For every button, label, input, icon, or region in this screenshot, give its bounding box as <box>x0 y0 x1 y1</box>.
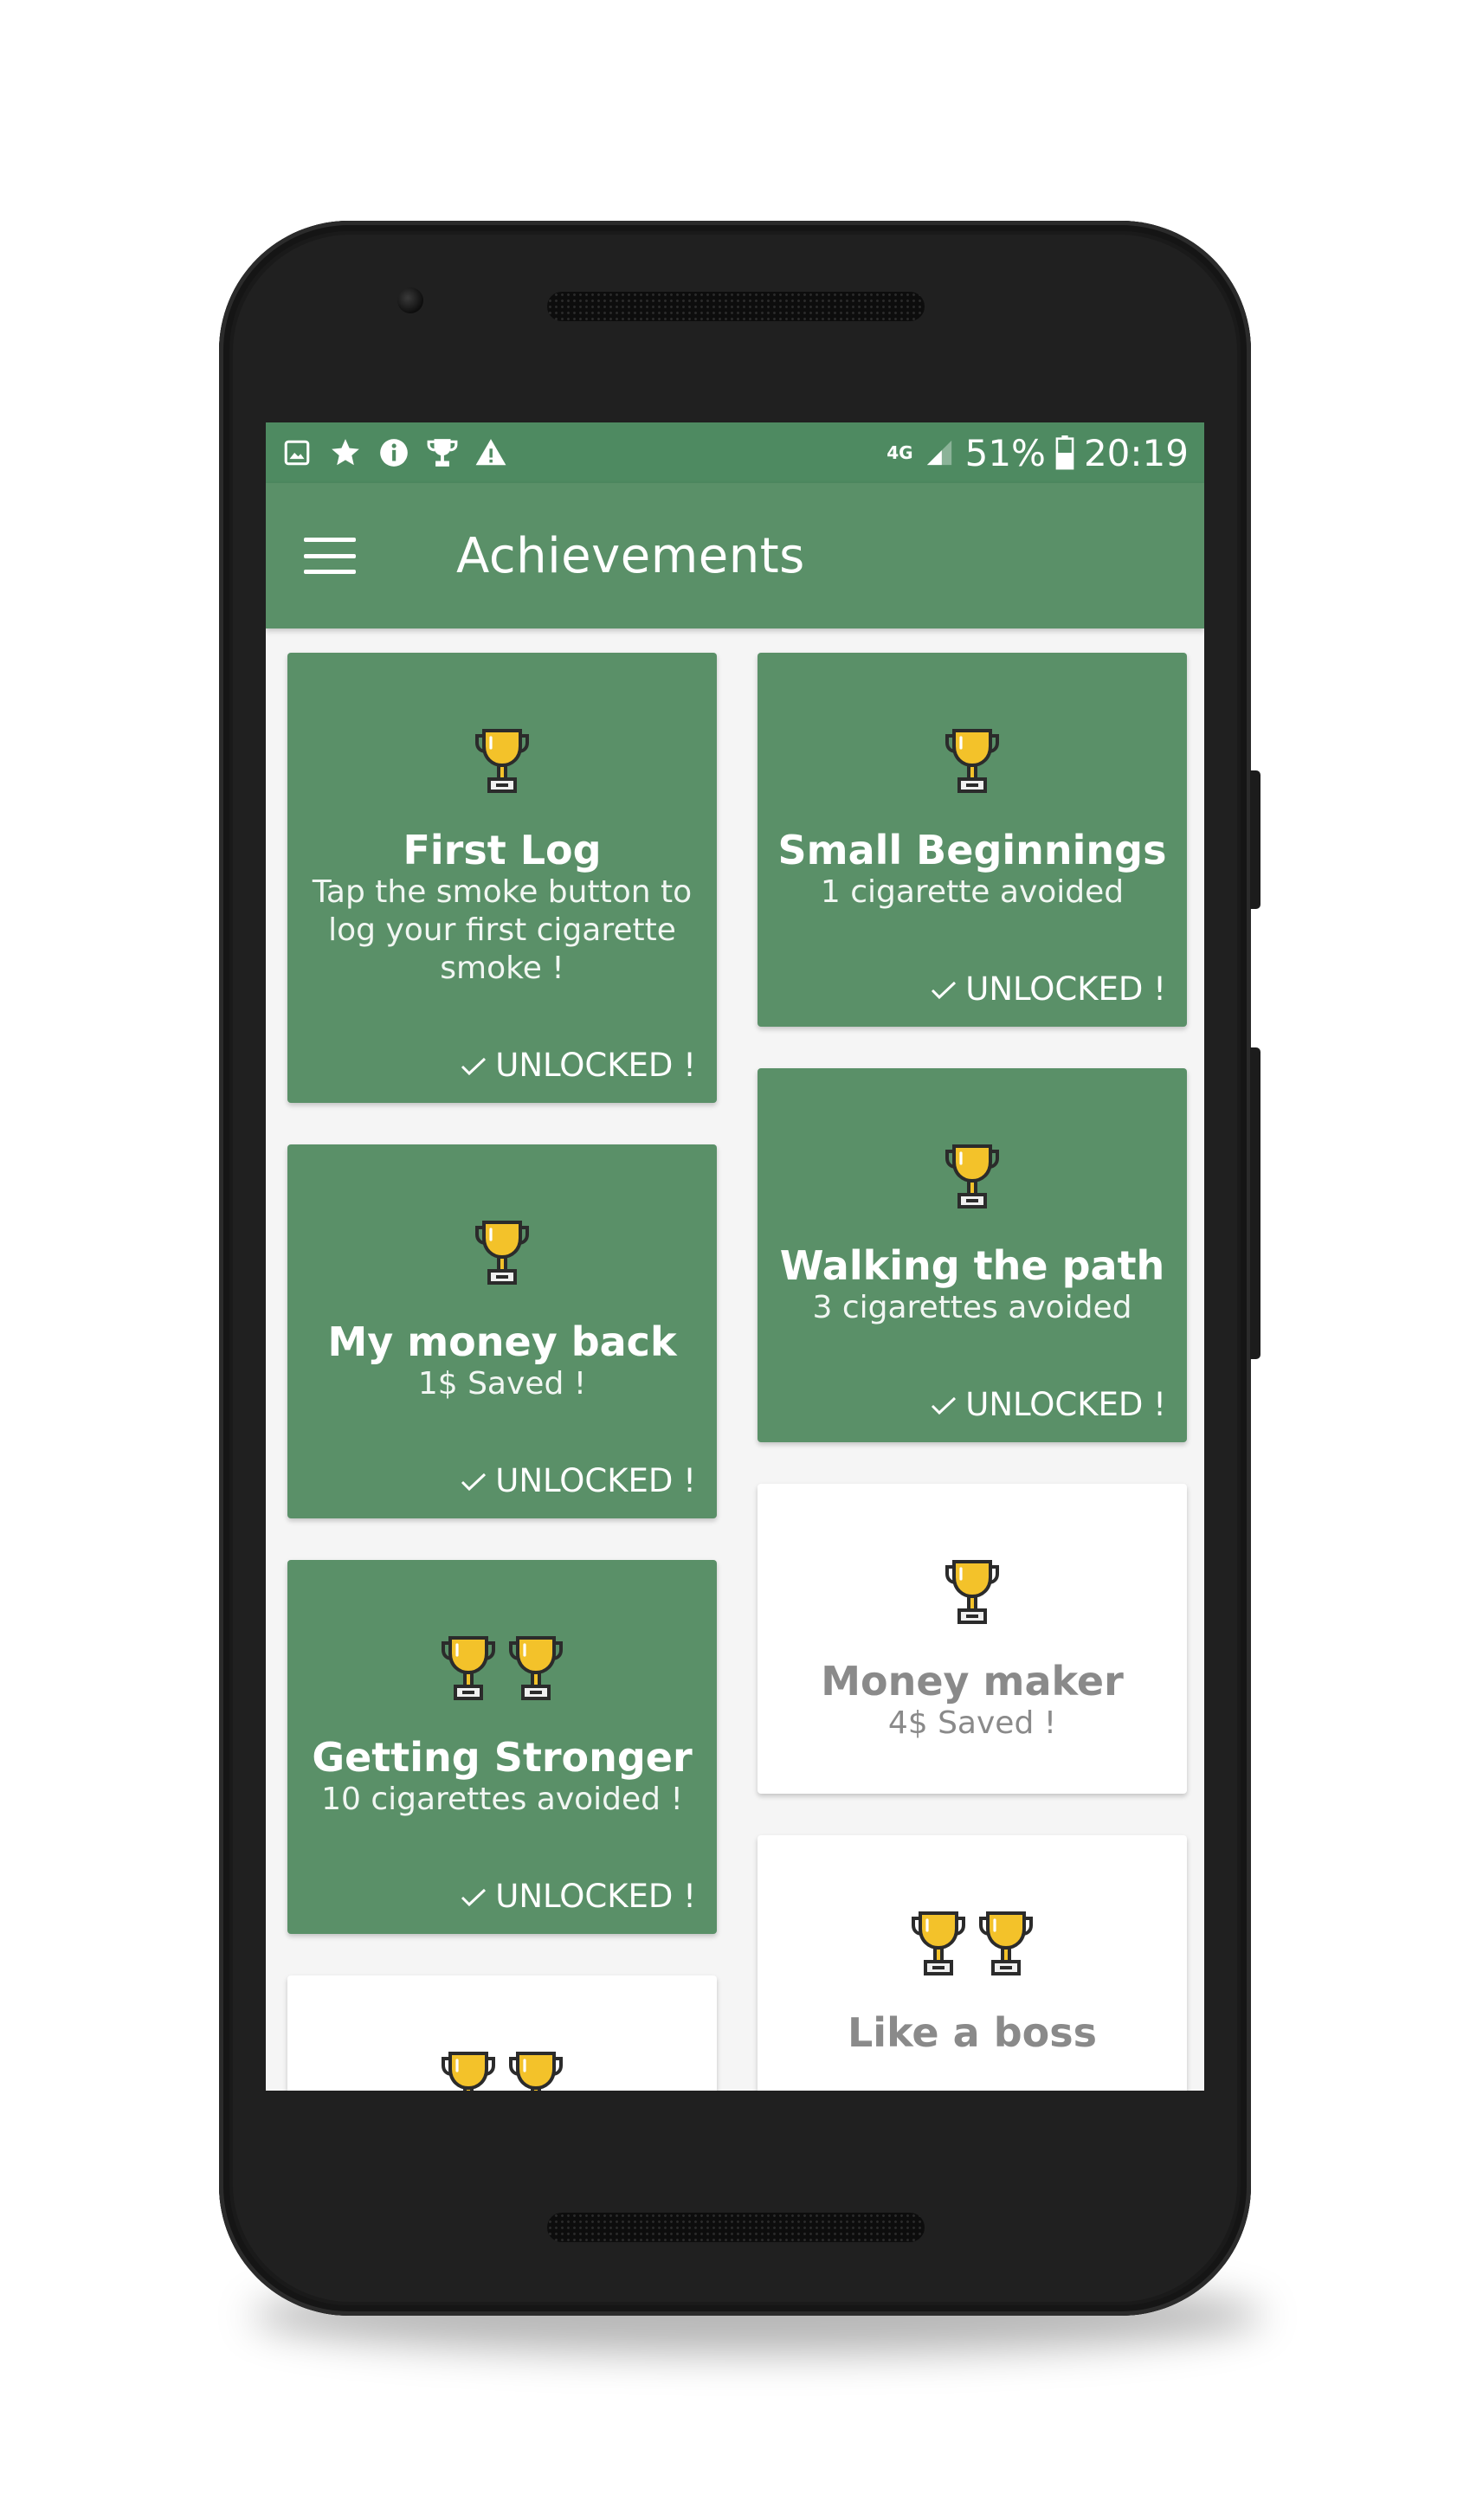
check-icon <box>461 1462 487 1499</box>
check-icon <box>931 1386 957 1423</box>
network-type: 4G <box>887 442 913 463</box>
achievement-title: Like a boss <box>848 2009 1097 2056</box>
achievement-card-getting-stronger[interactable]: Getting Stronger 10 cigarettes avoided !… <box>287 1560 717 1934</box>
unlocked-label: UNLOCKED ! <box>965 1386 1166 1423</box>
achievement-title: Walking the path <box>779 1242 1165 1289</box>
trophy-icon <box>507 2048 564 2091</box>
trophy-icon <box>977 1908 1035 1981</box>
trophy-group <box>287 1560 717 1705</box>
trophy-group <box>287 1975 717 2091</box>
trophy-group <box>287 653 717 798</box>
trophy-icon <box>440 1633 497 1705</box>
battery-icon <box>1054 435 1075 470</box>
trophy-group <box>758 1484 1187 1629</box>
trophy-group <box>758 1835 1187 1981</box>
earpiece-speaker <box>547 292 925 321</box>
trophy-icon <box>425 435 460 470</box>
trophy-group <box>758 653 1187 798</box>
achievement-title: Small Beginnings <box>777 827 1167 873</box>
trophy-icon <box>944 725 1001 798</box>
trophy-icon <box>944 1556 1001 1629</box>
unlocked-label: UNLOCKED ! <box>495 1047 696 1084</box>
achievement-description: 3 cigarettes avoided <box>812 1289 1132 1325</box>
trophy-icon <box>910 1908 967 1981</box>
trophy-icon <box>474 1217 531 1290</box>
screen: 4G 51% 20:19 Achievements First Log Tap … <box>266 422 1204 2091</box>
unlocked-status: UNLOCKED ! <box>461 1878 696 1915</box>
achievement-description: 1 cigarette avoided <box>820 873 1125 910</box>
check-icon <box>461 1878 487 1915</box>
unlocked-label: UNLOCKED ! <box>495 1878 696 1915</box>
menu-icon[interactable] <box>304 538 356 574</box>
check-icon <box>461 1047 487 1084</box>
trophy-icon <box>440 2048 497 2091</box>
signal-icon <box>922 435 957 470</box>
unlocked-status: UNLOCKED ! <box>461 1047 696 1084</box>
achievement-description: 10 cigarettes avoided ! <box>321 1781 683 1817</box>
front-camera <box>397 287 423 313</box>
achievement-description: 1$ Saved ! <box>417 1365 587 1402</box>
achievement-title: Getting Stronger <box>312 1734 693 1781</box>
check-icon <box>931 970 957 1008</box>
star-icon <box>328 435 363 470</box>
unlocked-label: UNLOCKED ! <box>965 970 1166 1008</box>
page-title: Achievements <box>456 527 805 584</box>
status-bar: 4G 51% 20:19 <box>266 422 1204 483</box>
bottom-speaker <box>547 2213 925 2242</box>
app-bar: Achievements <box>266 483 1204 628</box>
achievement-description: Tap the smoke button to log your first c… <box>312 873 693 986</box>
achievement-title: My money back <box>327 1318 677 1365</box>
image-icon <box>280 435 314 470</box>
achievement-title: First Log <box>403 827 602 873</box>
info-icon <box>377 435 411 470</box>
trophy-icon <box>507 1633 564 1705</box>
trophy-icon <box>944 1141 1001 1214</box>
achievement-description: 4$ Saved ! <box>887 1705 1057 1741</box>
achievement-card-money-maker[interactable]: Money maker 4$ Saved ! <box>758 1484 1187 1794</box>
unlocked-status: UNLOCKED ! <box>931 1386 1166 1423</box>
trophy-group <box>758 1068 1187 1214</box>
achievement-card-locked[interactable] <box>287 1975 717 2091</box>
phone-side-button-volume <box>1250 1047 1260 1359</box>
warning-icon <box>474 435 508 470</box>
achievement-card-walking-the-path[interactable]: Walking the path 3 cigarettes avoided UN… <box>758 1068 1187 1442</box>
unlocked-status: UNLOCKED ! <box>461 1462 696 1499</box>
achievement-card-small-beginnings[interactable]: Small Beginnings 1 cigarette avoided UNL… <box>758 653 1187 1027</box>
achievement-card-like-a-boss[interactable]: Like a boss <box>758 1835 1187 2091</box>
clock: 20:19 <box>1083 431 1189 474</box>
achievement-card-my-money-back[interactable]: My money back 1$ Saved ! UNLOCKED ! <box>287 1144 717 1518</box>
phone-side-button-power <box>1250 770 1260 909</box>
achievement-card-first-log[interactable]: First Log Tap the smoke button to log yo… <box>287 653 717 1103</box>
unlocked-status: UNLOCKED ! <box>931 970 1166 1008</box>
unlocked-label: UNLOCKED ! <box>495 1462 696 1499</box>
trophy-group <box>287 1144 717 1290</box>
achievement-title: Money maker <box>821 1658 1124 1705</box>
battery-percent: 51% <box>964 431 1046 474</box>
trophy-icon <box>474 725 531 798</box>
